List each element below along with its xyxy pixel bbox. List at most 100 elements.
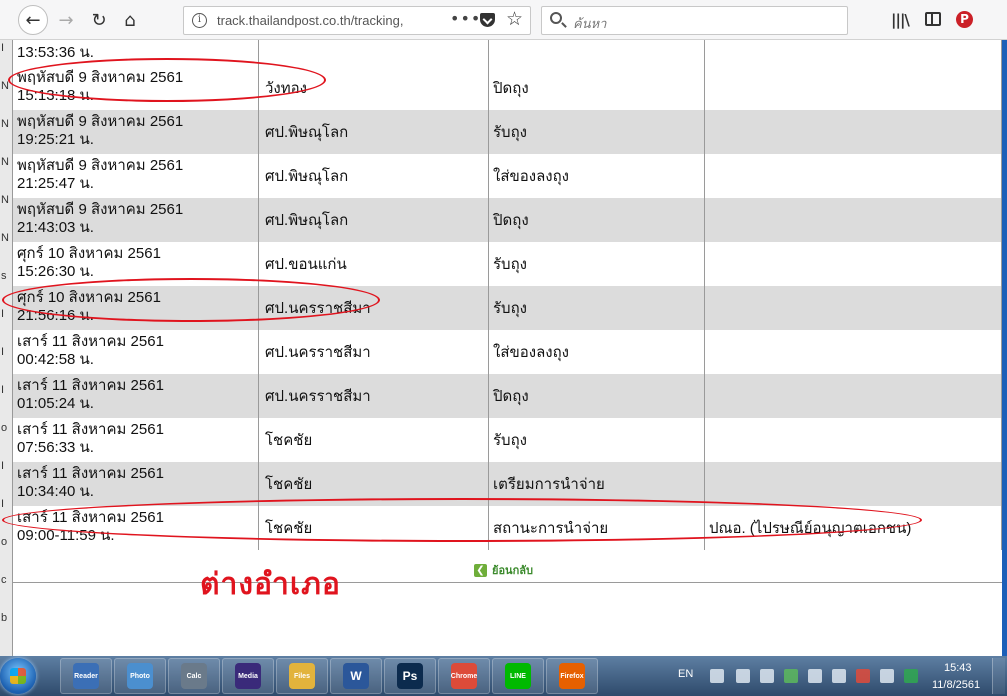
table-row: เสาร์ 11 สิงหาคม 2561 00:42:58 น. ศป.นครรา… xyxy=(13,330,1002,374)
clock-time[interactable]: 15:43 xyxy=(944,662,972,674)
table-row: เสาร์ 11 สิงหาคม 2561 10:34:40 น. โชคชัย เต… xyxy=(13,462,1002,506)
background-window-char: I xyxy=(1,346,5,358)
row-status: ใส่ของลงถุง xyxy=(493,168,569,185)
row-date: พฤหัสบดี 9 สิงหาคม 2561 xyxy=(17,157,184,174)
table-row: เสาร์ 11 สิงหาคม 2561 07:56:33 น. โชคชัย รั… xyxy=(13,418,1002,462)
line-tray-icon[interactable] xyxy=(784,669,798,683)
bookmark-star-icon[interactable]: ☆ xyxy=(506,8,523,30)
taskbar-app[interactable]: Reader xyxy=(60,658,112,694)
background-window-char: I xyxy=(1,384,5,396)
home-icon[interactable]: ⌂ xyxy=(116,6,144,34)
media-player-icon[interactable]: Media xyxy=(235,663,261,689)
language-indicator[interactable]: EN xyxy=(678,668,693,680)
taskbar-app[interactable]: Ps xyxy=(384,658,436,694)
location-cell: ศป.นครราชสีมา xyxy=(258,374,488,418)
background-window-edge: I N N N N Ns I I Io I Io c b xyxy=(0,40,13,656)
sidebar-toggle-icon[interactable] xyxy=(925,12,941,26)
back-arrow-icon[interactable]: ← xyxy=(18,5,48,35)
background-window-char: I xyxy=(1,460,5,472)
taskbar-app[interactable]: Photo xyxy=(114,658,166,694)
table-row: 13:53:36 น. xyxy=(13,40,1002,66)
clock-date[interactable]: 11/8/2561 xyxy=(932,679,980,691)
status-cell: รับถุง xyxy=(488,110,704,154)
forward-arrow-icon[interactable]: → xyxy=(52,6,80,34)
note-cell xyxy=(704,154,1002,198)
line-icon[interactable]: LINE xyxy=(505,663,531,689)
background-window-char: b xyxy=(1,612,8,624)
start-button[interactable] xyxy=(0,658,36,694)
status-cell: สถานะการนำจ่าย xyxy=(488,506,704,550)
status-cell: รับถุง xyxy=(488,286,704,330)
table-row: พฤหัสบดี 9 สิงหาคม 2561 21:43:03 น. ศป.พิษ… xyxy=(13,198,1002,242)
status-cell: ปิดถุง xyxy=(488,374,704,418)
location-cell: ศป.นครราชสีมา xyxy=(258,286,488,330)
library-icon[interactable]: |||\ xyxy=(891,11,910,29)
pocket-icon[interactable] xyxy=(480,13,495,27)
table-row: เสาร์ 11 สิงหาคม 2561 01:05:24 น. ศป.นครรา… xyxy=(13,374,1002,418)
date-cell: พฤหัสบดี 9 สิงหาคม 2561 21:43:03 น. xyxy=(13,198,258,242)
firefox-icon[interactable]: Firefox xyxy=(559,663,585,689)
note-cell: ปณอ. (ไปรษณีย์อนุญาตเอกชน) xyxy=(704,506,1002,550)
row-location: ศป.พิษณุโลก xyxy=(265,212,349,229)
row-location: โชคชัย xyxy=(265,432,313,449)
note-cell xyxy=(704,286,1002,330)
photoshop-icon[interactable]: Ps xyxy=(397,663,423,689)
info-icon[interactable]: i xyxy=(192,13,207,28)
search-input[interactable]: ค้นหา xyxy=(541,6,848,35)
reader-icon[interactable]: Reader xyxy=(73,663,99,689)
taskbar-app[interactable]: Files xyxy=(276,658,328,694)
calculator-icon[interactable]: Calc xyxy=(181,663,207,689)
taskbar-app[interactable]: W xyxy=(330,658,382,694)
row-location: โชคชัย xyxy=(265,476,313,493)
row-date: เสาร์ 11 สิงหาคม 2561 xyxy=(17,421,164,438)
taskbar-app[interactable]: LINE xyxy=(492,658,544,694)
background-window-char: I xyxy=(1,308,5,320)
row-date: เสาร์ 11 สิงหาคม 2561 xyxy=(17,377,164,394)
table-row: พฤหัสบดี 9 สิงหาคม 2561 19:25:21 น. ศป.พิษ… xyxy=(13,110,1002,154)
row-time: 15:26:30 น. xyxy=(17,263,94,280)
back-link-label[interactable]: ย้อนกลับ xyxy=(492,561,533,579)
network-icon[interactable] xyxy=(808,669,822,683)
page-content: I N N N N Ns I I Io I Io c b 13:53:36 น. พฤหัสบดี 9 … xyxy=(0,40,1007,656)
location-cell: ศป.ขอนแก่น xyxy=(258,242,488,286)
folder-icon[interactable]: Files xyxy=(289,663,315,689)
security-icon[interactable] xyxy=(832,669,846,683)
background-window-char: o xyxy=(1,536,8,548)
back-arrow-icon[interactable]: ❮ xyxy=(474,563,487,577)
background-window-char: I xyxy=(1,498,5,510)
date-cell: ศุกร์ 10 สิงหาคม 2561 15:26:30 น. xyxy=(13,242,258,286)
table-row: ศุกร์ 10 สิงหาคม 2561 15:26:30 น. ศป.ขอนแก… xyxy=(13,242,1002,286)
background-window-edge-right xyxy=(1002,40,1007,656)
row-location: ศป.นครราชสีมา xyxy=(265,300,371,317)
row-status: ปิดถุง xyxy=(493,388,529,405)
location-cell: โชคชัย xyxy=(258,506,488,550)
row-location: โชคชัย xyxy=(265,520,313,537)
reload-icon[interactable]: ↻ xyxy=(85,6,113,34)
back-link[interactable]: ❮ ย้อนกลับ xyxy=(474,561,533,579)
taskbar-app[interactable]: Firefox xyxy=(546,658,598,694)
word-icon[interactable]: W xyxy=(343,663,369,689)
pinterest-icon[interactable]: P xyxy=(956,11,973,28)
photo-viewer-icon[interactable]: Photo xyxy=(127,663,153,689)
tray-app-icon[interactable] xyxy=(736,669,750,683)
signal-icon[interactable] xyxy=(710,669,724,683)
row-location: ศป.นครราชสีมา xyxy=(265,388,371,405)
date-cell: เสาร์ 11 สิงหาคม 2561 09:00-11:59 น. xyxy=(13,506,258,550)
row-date: พฤหัสบดี 9 สิงหาคม 2561 xyxy=(17,69,184,86)
background-window-char: N xyxy=(1,194,9,206)
tray-app-icon[interactable] xyxy=(760,669,774,683)
page-actions-icon[interactable]: ••• xyxy=(450,9,481,28)
tray-app-icon[interactable] xyxy=(904,669,918,683)
taskbar-app[interactable]: Calc xyxy=(168,658,220,694)
tray-app-icon[interactable] xyxy=(856,669,870,683)
taskbar-app[interactable]: Media xyxy=(222,658,274,694)
taskbar-app[interactable]: Chrome xyxy=(438,658,490,694)
location-cell: ศป.พิษณุโลก xyxy=(258,198,488,242)
url-bar[interactable]: i track.thailandpost.co.th/tracking, •••… xyxy=(183,6,531,35)
background-window-char: N xyxy=(1,80,9,92)
volume-icon[interactable] xyxy=(880,669,894,683)
chrome-icon[interactable]: Chrome xyxy=(451,663,477,689)
show-desktop-button[interactable] xyxy=(992,658,1005,694)
note-cell xyxy=(704,66,1002,110)
location-cell: โชคชัย xyxy=(258,418,488,462)
